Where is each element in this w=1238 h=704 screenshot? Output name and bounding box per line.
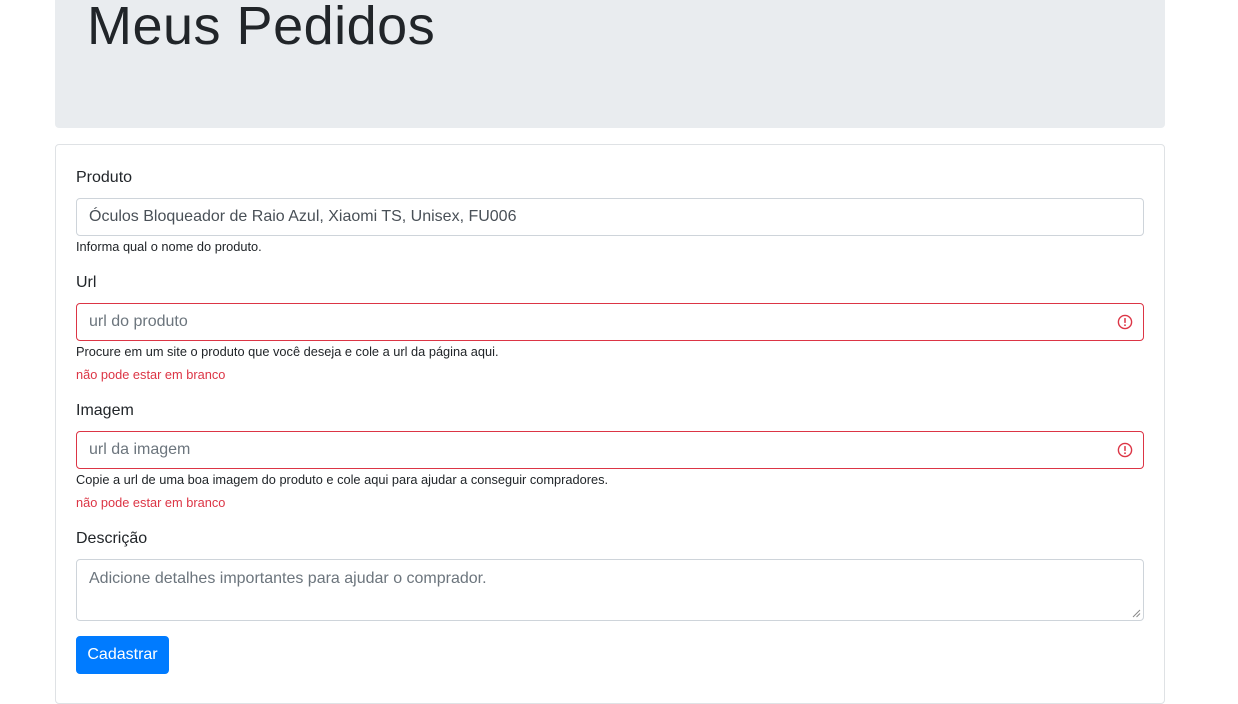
url-label: Url xyxy=(76,274,97,291)
descricao-textarea[interactable]: Adicione detalhes importantes para ajuda… xyxy=(76,559,1144,621)
page-title: Meus Pedidos xyxy=(87,0,436,56)
exclamation-circle-icon xyxy=(1117,442,1133,458)
descricao-field-group: Descrição Adicione detalhes importantes … xyxy=(76,529,1144,621)
imagem-help-text: Copie a url de uma boa imagem do produto… xyxy=(76,472,609,487)
url-input[interactable]: url do produto xyxy=(76,303,1144,341)
descricao-label: Descrição xyxy=(76,530,148,547)
produto-input[interactable]: Óculos Bloqueador de Raio Azul, Xiaomi T… xyxy=(76,198,1144,236)
cadastrar-button[interactable]: Cadastrar xyxy=(76,636,169,674)
produto-label: Produto xyxy=(76,169,133,186)
imagem-label: Imagem xyxy=(76,402,134,419)
produto-field-group: Produto Óculos Bloqueador de Raio Azul, … xyxy=(76,168,1144,255)
url-error-text: não pode estar em branco xyxy=(76,367,226,382)
url-input-placeholder: url do produto xyxy=(89,313,188,330)
url-help-text: Procure em um site o produto que você de… xyxy=(76,344,499,359)
exclamation-circle-icon xyxy=(1117,314,1133,330)
imagem-input[interactable]: url da imagem xyxy=(76,431,1144,469)
descricao-placeholder: Adicione detalhes importantes para ajuda… xyxy=(89,570,487,587)
page-header: Meus Pedidos xyxy=(55,0,1165,128)
imagem-input-placeholder: url da imagem xyxy=(89,441,191,458)
order-form-card: Produto Óculos Bloqueador de Raio Azul, … xyxy=(55,144,1165,704)
resize-handle-icon[interactable] xyxy=(1132,609,1141,618)
imagem-field-group: Imagem url da imagem Copie a url de uma … xyxy=(76,401,1144,511)
url-field-group: Url url do produto Procure em um site o … xyxy=(76,273,1144,383)
produto-input-value: Óculos Bloqueador de Raio Azul, Xiaomi T… xyxy=(89,208,517,225)
imagem-error-text: não pode estar em branco xyxy=(76,495,226,510)
produto-help-text: Informa qual o nome do produto. xyxy=(76,239,262,254)
